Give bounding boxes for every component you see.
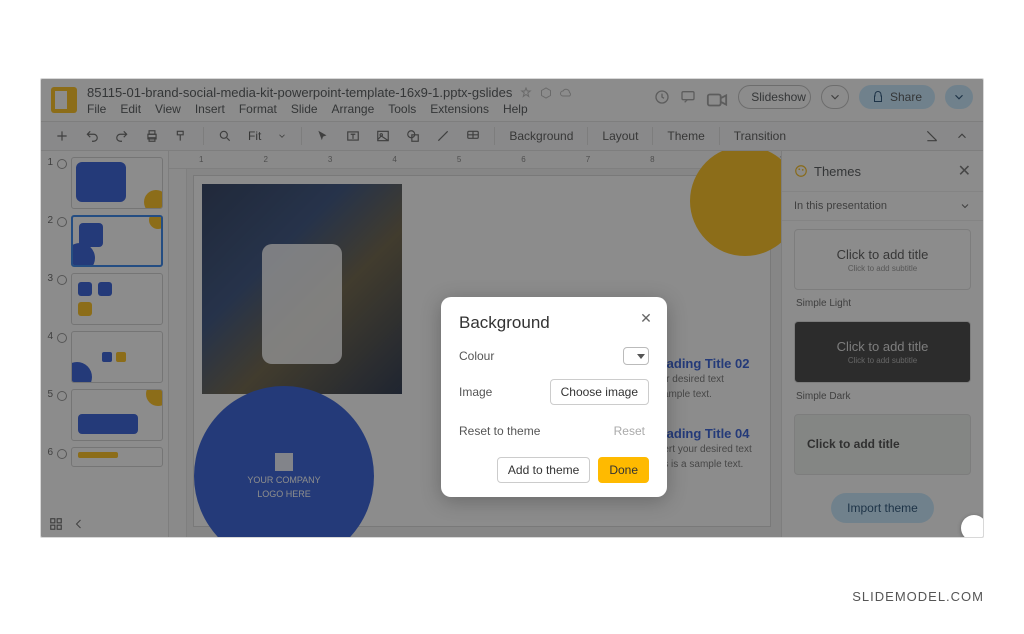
chevron-down-icon — [637, 354, 645, 359]
dialog-title: Background — [459, 313, 649, 333]
dialog-close-button[interactable]: ✕ — [639, 311, 653, 325]
watermark: SLIDEMODEL.COM — [852, 589, 984, 604]
app-window: 85115-01-brand-social-media-kit-powerpoi… — [40, 78, 984, 538]
reset-label: Reset to theme — [459, 424, 540, 438]
add-to-theme-button[interactable]: Add to theme — [497, 457, 590, 483]
reset-button[interactable]: Reset — [610, 419, 649, 443]
colour-picker[interactable] — [623, 347, 649, 365]
done-button[interactable]: Done — [598, 457, 649, 483]
background-dialog: Background ✕ Colour Image Choose image R… — [441, 297, 667, 497]
explore-fab[interactable] — [961, 515, 984, 538]
image-label: Image — [459, 385, 492, 399]
colour-label: Colour — [459, 349, 494, 363]
choose-image-button[interactable]: Choose image — [550, 379, 649, 405]
